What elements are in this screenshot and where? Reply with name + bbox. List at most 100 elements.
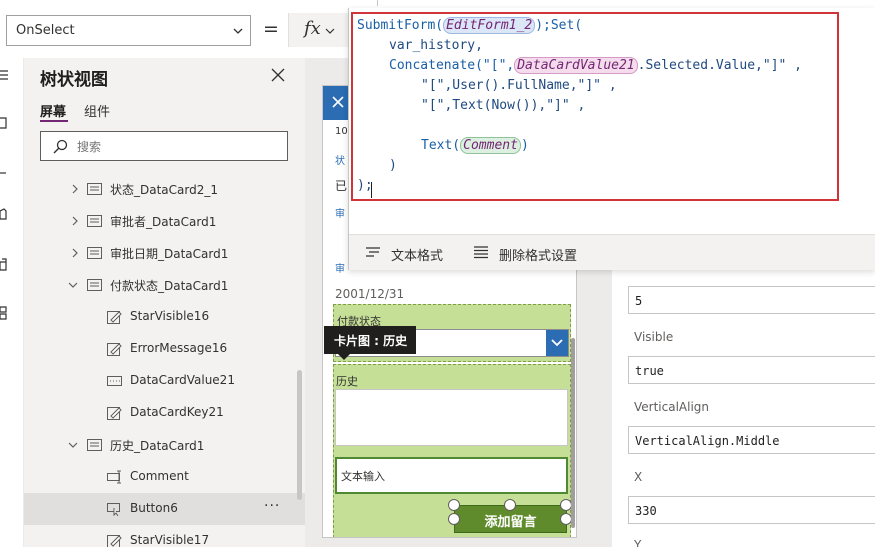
x-input[interactable]: 330 xyxy=(628,496,875,524)
code-reference[interactable]: DataCardValue21 xyxy=(514,57,638,74)
tree-item-starvisible17[interactable]: StarVisible17 xyxy=(24,525,305,547)
code-reference[interactable]: EditForm1_2 xyxy=(443,17,536,34)
tree-item-datacardvalue21[interactable]: DataCardValue21 xyxy=(24,365,305,397)
tree-item-label: 审批日期_DataCard1 xyxy=(110,247,229,261)
insert-icon[interactable] xyxy=(0,166,14,180)
function-button[interactable]: fx xyxy=(288,13,350,47)
card-icon xyxy=(87,247,102,259)
search-input[interactable] xyxy=(77,138,277,155)
button-control-icon xyxy=(107,503,120,516)
tree-item-approval-date-datacard[interactable]: 审批日期_DataCard1 xyxy=(24,237,305,269)
chevron-right-icon[interactable] xyxy=(70,184,80,194)
tree-item-history-datacard[interactable]: 历史_DataCard1 xyxy=(24,429,305,461)
tree-item-label: ErrorMessage16 xyxy=(130,341,228,355)
history-text-box[interactable] xyxy=(335,389,568,446)
chevron-down-icon[interactable] xyxy=(68,440,78,450)
tooltip-text: 卡片图 : 历史 xyxy=(334,334,408,348)
tree-item-button6[interactable]: Button6 ··· xyxy=(24,493,305,525)
property-dropdown-value: OnSelect xyxy=(16,23,75,38)
history-card[interactable]: 历史 文本输入 添加留言 xyxy=(333,364,572,537)
chevron-right-icon[interactable] xyxy=(70,216,80,226)
comment-input[interactable]: 文本输入 xyxy=(335,457,568,494)
code-reference[interactable]: Comment xyxy=(460,137,521,154)
panel-title: 树状视图 xyxy=(40,70,108,90)
fx-icon: fx xyxy=(304,18,321,39)
tab-components[interactable]: 组件 xyxy=(84,101,110,120)
visible-input[interactable]: true xyxy=(628,356,875,384)
equals-sign: = xyxy=(263,18,279,40)
tree-item-errormessage16[interactable]: ErrorMessage16 xyxy=(24,333,305,365)
card-icon xyxy=(87,279,102,291)
comment-input-text: 文本输入 xyxy=(341,470,385,483)
property-label: X xyxy=(634,470,643,484)
formula-code-area[interactable]: SubmitForm(EditForm1_2);Set( var_history… xyxy=(351,12,839,201)
hamburger-icon[interactable] xyxy=(0,68,14,82)
format-text-icon xyxy=(366,247,380,257)
tree-item-starvisible16[interactable]: StarVisible16 xyxy=(24,301,305,333)
scrollbar[interactable] xyxy=(297,370,302,500)
property-label: Y xyxy=(634,538,642,547)
close-icon[interactable] xyxy=(332,96,344,108)
property-value-input[interactable]: 5 xyxy=(628,286,875,314)
property-dropdown[interactable]: OnSelect xyxy=(6,15,251,46)
card-icon xyxy=(87,183,102,195)
tree-item-status-datacard[interactable]: 状态_DataCard2_1 xyxy=(24,173,305,205)
edit-label-icon xyxy=(107,343,122,356)
layers-icon[interactable] xyxy=(0,116,14,130)
tree-item-label: StarVisible17 xyxy=(130,533,210,547)
tab-screens[interactable]: 屏幕 xyxy=(40,101,66,120)
card-icon xyxy=(87,215,102,227)
card-icon xyxy=(87,439,102,451)
more-options-button[interactable]: ··· xyxy=(264,498,280,514)
tree-item-approver-datacard[interactable]: 审批者_DataCard1 xyxy=(24,205,305,237)
code-line-6: Text(Comment) xyxy=(421,137,529,154)
chevron-down-icon xyxy=(551,339,563,347)
chevron-down-icon xyxy=(325,28,335,34)
code-token: );Set( xyxy=(535,18,583,33)
edit-label-icon xyxy=(107,407,122,420)
vertical-align-input[interactable]: VerticalAlign.Middle xyxy=(628,426,875,454)
code-token: .Selected.Value,"]" , xyxy=(637,58,803,73)
data-icon[interactable] xyxy=(0,208,14,222)
chevron-down-icon[interactable] xyxy=(68,280,78,290)
code-line-1: SubmitForm(EditForm1_2);Set( xyxy=(357,17,583,34)
edit-label-icon xyxy=(107,535,122,547)
tree-item-comment[interactable]: Comment xyxy=(24,461,305,493)
tree-item-datacardkey21[interactable]: DataCardKey21 xyxy=(24,397,305,429)
resize-handle[interactable] xyxy=(448,499,460,511)
property-value: VerticalAlign.Middle xyxy=(635,434,780,448)
code-token: ) xyxy=(520,138,529,153)
tree-item-label: 审批者_DataCard1 xyxy=(110,215,217,229)
tree-view-panel: 树状视图 屏幕 组件 状态_DataCard2_1 审批者_DataCard1 … xyxy=(24,58,305,547)
property-value: 330 xyxy=(635,504,657,518)
code-token: Concatenate("[", xyxy=(389,58,515,73)
tree-item-label: StarVisible16 xyxy=(130,309,210,323)
code-line-2: var_history, xyxy=(389,38,483,53)
media-icon[interactable] xyxy=(0,258,14,272)
resize-handle[interactable] xyxy=(504,499,516,511)
chevron-right-icon[interactable] xyxy=(70,248,80,258)
tree-item-payment-status-datacard[interactable]: 付款状态_DataCard1 xyxy=(24,269,305,301)
resize-handle[interactable] xyxy=(448,513,460,525)
card-tooltip: 卡片图 : 历史 xyxy=(324,326,416,354)
formula-editor: SubmitForm(EditForm1_2);Set( var_history… xyxy=(348,8,875,270)
text-caret xyxy=(371,182,372,198)
divider xyxy=(377,0,378,6)
editor-toolbar: 文本格式 删除格式设置 xyxy=(349,234,875,270)
chevron-down-icon xyxy=(233,28,243,34)
tree-item-label: 付款状态_DataCard1 xyxy=(110,279,229,293)
scrollbar[interactable] xyxy=(571,338,575,528)
tree-item-label: 状态_DataCard2_1 xyxy=(110,183,218,197)
dropdown-toggle[interactable] xyxy=(546,330,568,356)
tree-item-label: 历史_DataCard1 xyxy=(110,439,205,453)
tree-item-label: Button6 xyxy=(130,501,178,515)
format-text-label: 文本格式 xyxy=(391,249,444,264)
advanced-tools-icon[interactable] xyxy=(0,306,14,320)
left-icon-rail xyxy=(0,58,24,547)
property-label: Visible xyxy=(634,330,674,344)
history-label: 历史 xyxy=(336,375,358,388)
remove-formatting-icon xyxy=(474,246,488,259)
code-line-7: ) xyxy=(389,158,397,173)
close-icon[interactable] xyxy=(271,68,285,82)
partial-text: 审 xyxy=(335,209,345,220)
